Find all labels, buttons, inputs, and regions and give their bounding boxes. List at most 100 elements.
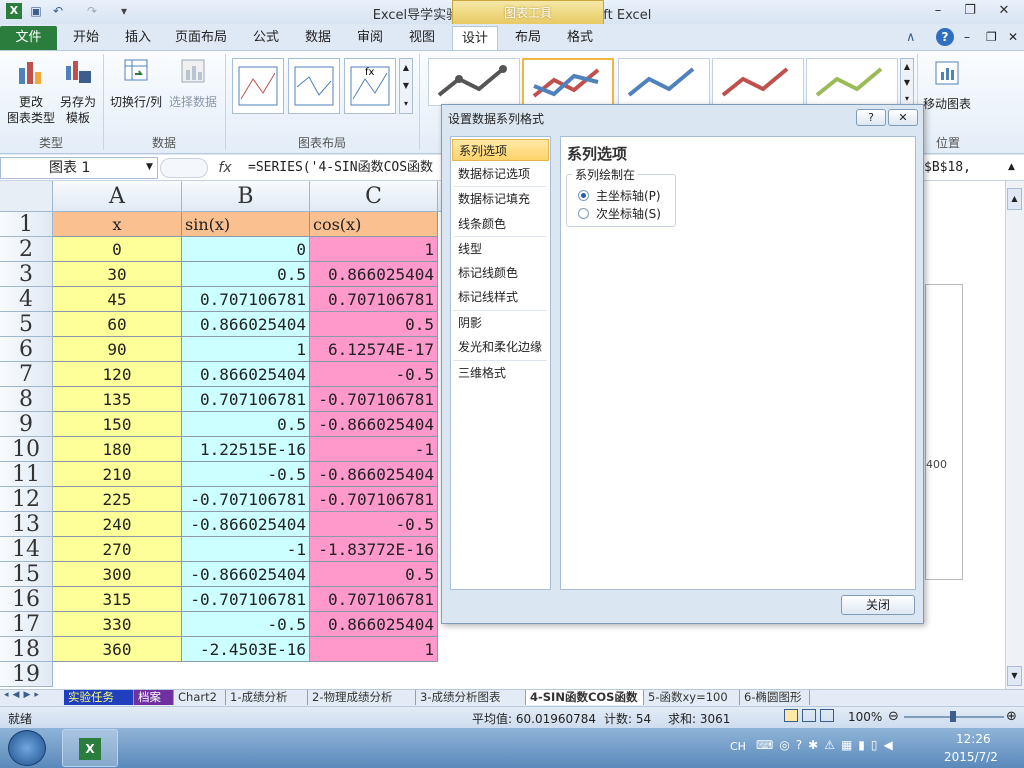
cell-sin[interactable]: 0.707106781 <box>182 387 310 412</box>
cell-x[interactable]: 270 <box>53 537 182 562</box>
language-indicator[interactable]: CH <box>730 740 746 753</box>
start-button[interactable] <box>8 730 46 766</box>
chart-style-4[interactable] <box>712 58 804 106</box>
cell-sin[interactable]: -1 <box>182 537 310 562</box>
row-header[interactable]: 10 <box>0 437 53 462</box>
sheet-tab[interactable]: 档案 <box>134 690 174 705</box>
chart-layout-3[interactable]: fx <box>344 58 396 114</box>
insert-function-button[interactable]: fx <box>214 157 236 179</box>
formula-bar-splitter[interactable] <box>160 158 208 178</box>
tab-layout[interactable]: 布局 <box>506 26 550 50</box>
zoom-slider-thumb[interactable] <box>950 711 956 722</box>
chart-style-3[interactable] <box>618 58 710 106</box>
cell-sin[interactable]: 0.5 <box>182 412 310 437</box>
cell-sin[interactable]: -0.707106781 <box>182 587 310 612</box>
cell-sin[interactable]: 1.22515E-16 <box>182 437 310 462</box>
row-header[interactable]: 15 <box>0 562 53 587</box>
cell-x[interactable]: 330 <box>53 612 182 637</box>
formula-expand-icon[interactable]: ▲ <box>1008 162 1015 172</box>
cell-sin[interactable]: 0.866025404 <box>182 362 310 387</box>
chart-layout-2[interactable] <box>288 58 340 114</box>
cell-sin[interactable]: 1 <box>182 337 310 362</box>
cell-x[interactable]: 315 <box>53 587 182 612</box>
dialog-close-button[interactable]: 关闭 <box>841 595 915 615</box>
doc-minimize-button[interactable]: – <box>964 30 970 44</box>
name-box-dropdown-icon[interactable]: ▼ <box>146 162 153 172</box>
clock-time[interactable]: 12:26 <box>956 732 991 746</box>
select-all-corner[interactable] <box>0 181 53 212</box>
sheet-tab[interactable]: 5-函数xy=100 <box>644 690 740 705</box>
primary-axis-label[interactable]: 主坐标轴(P) <box>596 187 661 204</box>
sheet-tab[interactable]: 4-SIN函数COS函数 <box>526 690 644 705</box>
cell-sin[interactable]: -0.5 <box>182 462 310 487</box>
tab-formulas[interactable]: 公式 <box>244 26 288 50</box>
tab-data[interactable]: 数据 <box>296 26 340 50</box>
tab-design[interactable]: 设计 <box>452 26 498 51</box>
dialog-nav-item[interactable]: 标记线颜色 <box>452 262 549 284</box>
excel-taskbar-button[interactable]: X <box>62 729 118 767</box>
scroll-down-button[interactable]: ▼ <box>1007 666 1022 686</box>
zoom-level[interactable]: 100% <box>848 710 882 724</box>
cell-sin[interactable]: -0.866025404 <box>182 512 310 537</box>
row-header[interactable]: 13 <box>0 512 53 537</box>
doc-restore-button[interactable]: ❐ <box>986 30 997 44</box>
tab-review[interactable]: 审阅 <box>348 26 392 50</box>
dialog-nav-item[interactable]: 线条颜色 <box>452 213 549 235</box>
cell-x[interactable]: 60 <box>53 312 182 337</box>
cell-x[interactable]: 300 <box>53 562 182 587</box>
cell-sin[interactable]: -0.707106781 <box>182 487 310 512</box>
cell-x[interactable]: 30 <box>53 262 182 287</box>
dialog-nav-item[interactable]: 数据标记填充 <box>452 188 549 210</box>
dialog-nav-item[interactable]: 标记线样式 <box>452 286 549 308</box>
cell-x[interactable]: 45 <box>53 287 182 312</box>
cell-sin[interactable]: 0.707106781 <box>182 287 310 312</box>
move-chart-button[interactable]: 移动图表 <box>920 58 974 112</box>
close-button[interactable]: ✕ <box>990 2 1018 20</box>
cell-cos[interactable]: 0.5 <box>310 312 438 337</box>
cell-x[interactable]: 225 <box>53 487 182 512</box>
layout-gallery-scroll[interactable]: ▲ ▼ ▾ <box>399 58 413 114</box>
column-header-c[interactable]: C <box>310 181 438 212</box>
column-title-cos[interactable]: cos(x) <box>310 212 438 237</box>
column-title-x[interactable]: x <box>53 212 182 237</box>
sheet-tab[interactable]: 2-物理成绩分析 <box>308 690 416 705</box>
row-header[interactable]: 7 <box>0 362 53 387</box>
sheet-tab[interactable]: 实验任务 <box>64 690 134 705</box>
cell-cos[interactable]: -1 <box>310 437 438 462</box>
row-header[interactable]: 9 <box>0 412 53 437</box>
dialog-nav-item[interactable]: 数据标记选项 <box>452 163 549 185</box>
cell-cos[interactable]: -0.5 <box>310 362 438 387</box>
scroll-up-button[interactable]: ▲ <box>1007 188 1022 210</box>
dialog-nav-item[interactable]: 系列选项 <box>452 139 549 161</box>
cell-sin[interactable]: -2.4503E-16 <box>182 637 310 662</box>
vertical-scrollbar[interactable] <box>1005 181 1024 689</box>
row-header[interactable]: 19 <box>0 662 53 687</box>
cell-sin[interactable]: 0.866025404 <box>182 312 310 337</box>
dialog-nav-item[interactable]: 线型 <box>452 238 549 260</box>
normal-view-icon[interactable] <box>784 709 798 722</box>
sheet-nav-arrows[interactable]: ◂◀▶▸ <box>4 690 43 700</box>
tab-insert[interactable]: 插入 <box>116 26 160 50</box>
change-chart-type-button[interactable]: 更改 图表类型 <box>6 56 56 126</box>
tab-page-layout[interactable]: 页面布局 <box>168 26 234 50</box>
chart-style-5[interactable] <box>806 58 898 106</box>
restore-button[interactable]: ❐ <box>956 2 984 20</box>
cell-sin[interactable]: -0.866025404 <box>182 562 310 587</box>
save-as-template-button[interactable]: 另存为 模板 <box>56 56 100 126</box>
row-header[interactable]: 12 <box>0 487 53 512</box>
cell-x[interactable]: 0 <box>53 237 182 262</box>
cell-x[interactable]: 150 <box>53 412 182 437</box>
ribbon-minimize-icon[interactable]: ∧ <box>906 30 916 45</box>
row-header[interactable]: 11 <box>0 462 53 487</box>
cell-cos[interactable]: -0.707106781 <box>310 387 438 412</box>
cell-cos[interactable]: -1.83772E-16 <box>310 537 438 562</box>
zoom-in-button[interactable]: ⊕ <box>1006 709 1017 724</box>
dialog-nav-item[interactable]: 阴影 <box>452 312 549 334</box>
dialog-nav-item[interactable]: 发光和柔化边缘 <box>452 336 549 358</box>
sheet-tab[interactable]: 6-椭圆图形 <box>740 690 810 705</box>
row-header[interactable]: 16 <box>0 587 53 612</box>
sheet-tab[interactable]: 1-成绩分析 <box>226 690 308 705</box>
page-break-view-icon[interactable] <box>820 709 834 722</box>
minimize-button[interactable]: – <box>924 2 952 20</box>
cell-sin[interactable]: 0 <box>182 237 310 262</box>
